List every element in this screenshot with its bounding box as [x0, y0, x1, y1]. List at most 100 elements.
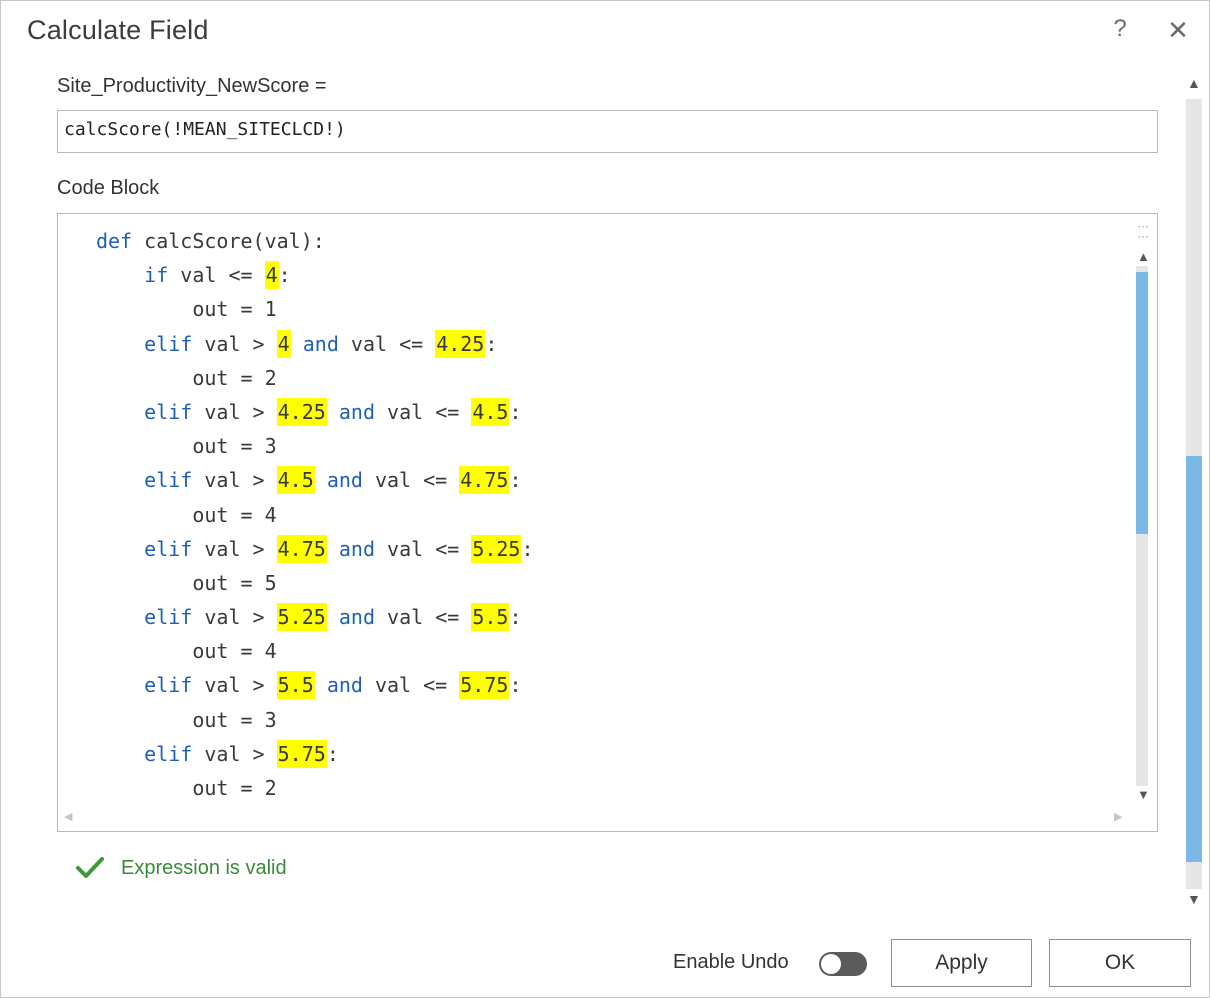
- code-text: val <=: [168, 263, 265, 288]
- code-line[interactable]: elif val > 4.75 and val <= 5.25:: [96, 532, 534, 566]
- code-line[interactable]: out = 4: [96, 634, 534, 668]
- code-text: out = 4: [96, 639, 277, 664]
- highlighted-number: 5.75: [459, 671, 510, 700]
- code-keyword: and: [338, 399, 375, 424]
- checkmark-icon: [75, 855, 105, 881]
- enable-undo-toggle[interactable]: [819, 952, 867, 976]
- dialog-vertical-scrollbar[interactable]: ▲ ▼: [1185, 71, 1203, 911]
- scroll-thumb[interactable]: [1136, 272, 1148, 534]
- code-line[interactable]: def calcScore(val):: [96, 224, 534, 258]
- dialog-scroll-down-icon[interactable]: ▼: [1187, 892, 1201, 906]
- highlighted-number: 4.5: [471, 397, 510, 426]
- code-keyword: elif: [144, 673, 193, 698]
- code-text: out = 4: [96, 502, 277, 527]
- code-line[interactable]: elif val > 4.25 and val <= 4.5:: [96, 395, 534, 429]
- code-text: val <=: [374, 399, 472, 424]
- toggle-knob: [821, 954, 841, 974]
- code-line[interactable]: out = 2: [96, 771, 534, 805]
- highlighted-number: 5.5: [471, 603, 510, 632]
- code-text: :: [485, 331, 498, 356]
- help-button[interactable]: ?: [1107, 15, 1133, 47]
- code-line[interactable]: out = 5: [96, 566, 534, 600]
- code-text: val >: [192, 741, 277, 766]
- code-content[interactable]: def calcScore(val): if val <= 4: out = 1…: [96, 224, 534, 805]
- enable-undo-label: Enable Undo: [673, 951, 789, 973]
- validation-status: Expression is valid: [75, 853, 287, 883]
- code-line[interactable]: out = 1: [96, 292, 534, 326]
- code-keyword: elif: [144, 331, 193, 356]
- close-button[interactable]: ✕: [1163, 15, 1193, 47]
- code-line[interactable]: elif val > 4 and val <= 4.25:: [96, 327, 534, 361]
- code-line[interactable]: out = 3: [96, 703, 534, 737]
- code-text: val <=: [362, 673, 460, 698]
- code-text: val <=: [338, 331, 436, 356]
- code-keyword: def: [96, 229, 133, 253]
- code-line[interactable]: out = 4: [96, 498, 534, 532]
- scroll-right-arrow-icon[interactable]: ▶: [1114, 810, 1122, 823]
- expression-input[interactable]: calcScore(!MEAN_SITECLCD!): [57, 110, 1158, 153]
- code-text: :: [521, 536, 534, 561]
- code-text: :: [278, 263, 291, 288]
- code-line[interactable]: elif val > 5.5 and val <= 5.75:: [96, 668, 534, 702]
- highlighted-number: 4.5: [276, 466, 315, 495]
- highlighted-number: 4: [264, 261, 279, 290]
- code-text: val >: [192, 468, 277, 493]
- highlighted-number: 4.75: [459, 466, 510, 495]
- scroll-down-arrow-icon[interactable]: ▼: [1137, 788, 1150, 802]
- code-keyword: and: [338, 536, 375, 561]
- code-vertical-scrollbar[interactable]: ⋯ ⋯ ▲ ▼: [1133, 222, 1151, 808]
- code-text: :: [509, 468, 522, 493]
- code-text: val <=: [362, 468, 460, 493]
- code-keyword: and: [302, 331, 339, 356]
- dialog-scroll-up-icon[interactable]: ▲: [1187, 76, 1201, 90]
- code-text: :: [509, 399, 522, 424]
- code-text: val >: [192, 536, 277, 561]
- code-text: out = 3: [96, 434, 277, 459]
- code-text: out = 2: [96, 776, 277, 800]
- scroll-up-arrow-icon[interactable]: ▲: [1137, 250, 1150, 263]
- code-line[interactable]: elif val > 4.5 and val <= 4.75:: [96, 463, 534, 497]
- code-line[interactable]: out = 3: [96, 429, 534, 463]
- code-text: :: [326, 741, 339, 766]
- calculate-field-dialog: Calculate Field ? ✕ Site_Productivity_Ne…: [0, 0, 1210, 998]
- validation-message: Expression is valid: [121, 856, 287, 879]
- code-text: val >: [192, 673, 277, 698]
- code-text: :: [509, 673, 522, 698]
- highlighted-number: 5.25: [471, 534, 522, 563]
- code-text: out = 3: [96, 707, 277, 732]
- code-keyword: and: [326, 468, 363, 493]
- code-block-editor[interactable]: def calcScore(val): if val <= 4: out = 1…: [57, 213, 1158, 832]
- code-line[interactable]: elif val > 5.75:: [96, 737, 534, 771]
- dialog-scroll-thumb[interactable]: [1186, 456, 1202, 862]
- code-text: out = 1: [96, 297, 277, 322]
- dialog-title: Calculate Field: [27, 15, 209, 45]
- apply-button[interactable]: Apply: [891, 939, 1032, 987]
- ok-button[interactable]: OK: [1049, 939, 1191, 987]
- splitter-handle-icon[interactable]: ⋯ ⋯: [1137, 222, 1149, 244]
- code-keyword: and: [326, 673, 363, 698]
- highlighted-number: 5.75: [276, 739, 327, 768]
- code-text: out = 5: [96, 570, 277, 595]
- code-keyword: if: [144, 263, 169, 288]
- code-line[interactable]: elif val > 5.25 and val <= 5.5:: [96, 600, 534, 634]
- code-text: val >: [192, 605, 277, 630]
- highlighted-number: 5.5: [276, 671, 315, 700]
- code-line[interactable]: out = 2: [96, 361, 534, 395]
- highlighted-number: 4.75: [276, 534, 327, 563]
- code-line[interactable]: if val <= 4:: [96, 258, 534, 292]
- code-keyword: and: [338, 605, 375, 630]
- code-keyword: elif: [144, 468, 193, 493]
- highlighted-number: 4.25: [435, 329, 486, 358]
- scroll-left-arrow-icon[interactable]: ◀: [64, 810, 72, 823]
- code-keyword: elif: [144, 741, 193, 766]
- code-text: val <=: [374, 536, 472, 561]
